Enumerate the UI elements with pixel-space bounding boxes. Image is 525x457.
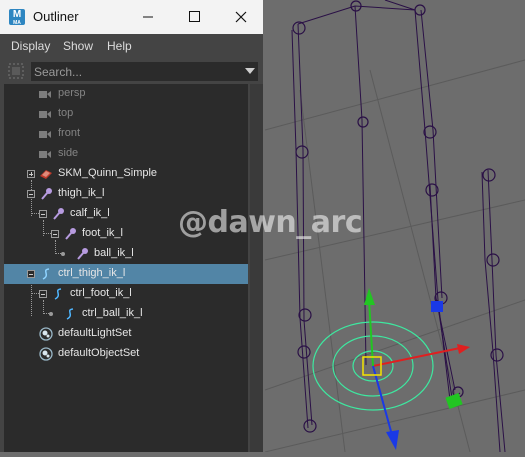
search-dropdown-icon[interactable] [245,68,255,74]
camera-icon [39,111,51,118]
expand-plus-icon[interactable] [27,170,35,178]
z-scale-cube[interactable] [431,301,443,312]
maximize-icon [189,11,200,22]
list-item[interactable]: thigh_ik_l [4,184,248,204]
window-title: Outliner [33,9,79,24]
set-icon [39,347,53,361]
list-item[interactable]: ctrl_foot_ik_l [4,284,248,304]
set-icon [39,327,53,341]
outliner-list[interactable]: persp top front side SKM_Quinn_Simple th… [4,84,248,452]
app-icon-letter: M [12,9,22,20]
curve-icon [42,268,50,280]
menu-show[interactable]: Show [63,39,93,53]
item-label: ctrl_thigh_ik_l [58,267,126,279]
item-label: ctrl_ball_ik_l [82,307,143,319]
item-label: foot_ik_l [82,227,123,239]
maya-app-icon: M MA [9,9,25,26]
item-label: SKM_Quinn_Simple [58,167,158,179]
collapse-minus-icon[interactable] [39,210,47,218]
curve-icon [54,288,62,300]
watermark: @dawn_arc [178,205,363,240]
mesh-icon [40,170,52,179]
list-item[interactable]: ctrl_ball_ik_l [4,304,248,324]
menu-display[interactable]: Display [11,39,50,53]
leaf-dot-icon [61,252,65,256]
joint-icon [77,248,88,260]
joint-icon [41,188,52,200]
title-bar[interactable]: M MA Outliner [0,0,263,34]
list-item[interactable]: persp [4,84,248,104]
joint-icon [65,228,76,240]
close-button[interactable] [217,0,263,34]
item-label: side [58,147,79,159]
minimize-button[interactable] [125,0,171,34]
y-scale-cube[interactable] [445,392,463,410]
list-item[interactable]: top [4,104,248,124]
camera-icon [39,151,51,158]
list-item[interactable]: defaultObjectSet [4,344,248,364]
close-icon [235,11,247,23]
camera-icon [39,131,51,138]
search-row [0,60,263,84]
vertical-scrollbar[interactable] [250,84,263,452]
search-input[interactable] [31,62,258,81]
y-axis-arrow-icon[interactable] [364,288,375,305]
list-item[interactable]: defaultLightSet [4,324,248,344]
app-icon-sub: MA [13,20,21,26]
y-axis-handle[interactable] [368,299,374,367]
item-label: ball_ik_l [94,247,134,259]
menu-help[interactable]: Help [107,39,132,53]
collapse-minus-icon[interactable] [51,230,59,238]
item-label: ctrl_foot_ik_l [70,287,132,299]
menu-bar: Display Show Help [0,34,263,58]
list-item[interactable]: front [4,124,248,144]
x-axis-arrow-icon[interactable] [457,344,470,354]
item-label: thigh_ik_l [58,187,105,199]
collapse-minus-icon[interactable] [39,290,47,298]
item-label: defaultObjectSet [58,347,140,359]
item-label: calf_ik_l [70,207,110,219]
item-label: front [58,127,81,139]
z-axis-handle[interactable] [372,365,393,436]
curve-icon [66,308,74,320]
filter-grip-icon[interactable] [8,63,24,79]
z-axis-arrow-icon[interactable] [386,430,399,450]
item-label: persp [58,87,86,99]
item-label: defaultLightSet [58,327,132,339]
collapse-minus-icon[interactable] [27,270,35,278]
camera-icon [39,91,51,98]
list-item[interactable]: ball_ik_l [4,244,248,264]
list-item[interactable]: SKM_Quinn_Simple [4,164,248,184]
maximize-button[interactable] [171,0,217,34]
item-label: top [58,107,74,119]
minimize-icon [143,16,153,18]
joint-icon [53,208,64,220]
collapse-minus-icon[interactable] [27,190,35,198]
list-item[interactable]: side [4,144,248,164]
leaf-dot-icon [49,312,53,316]
list-item-selected[interactable]: ctrl_thigh_ik_l [4,264,248,284]
